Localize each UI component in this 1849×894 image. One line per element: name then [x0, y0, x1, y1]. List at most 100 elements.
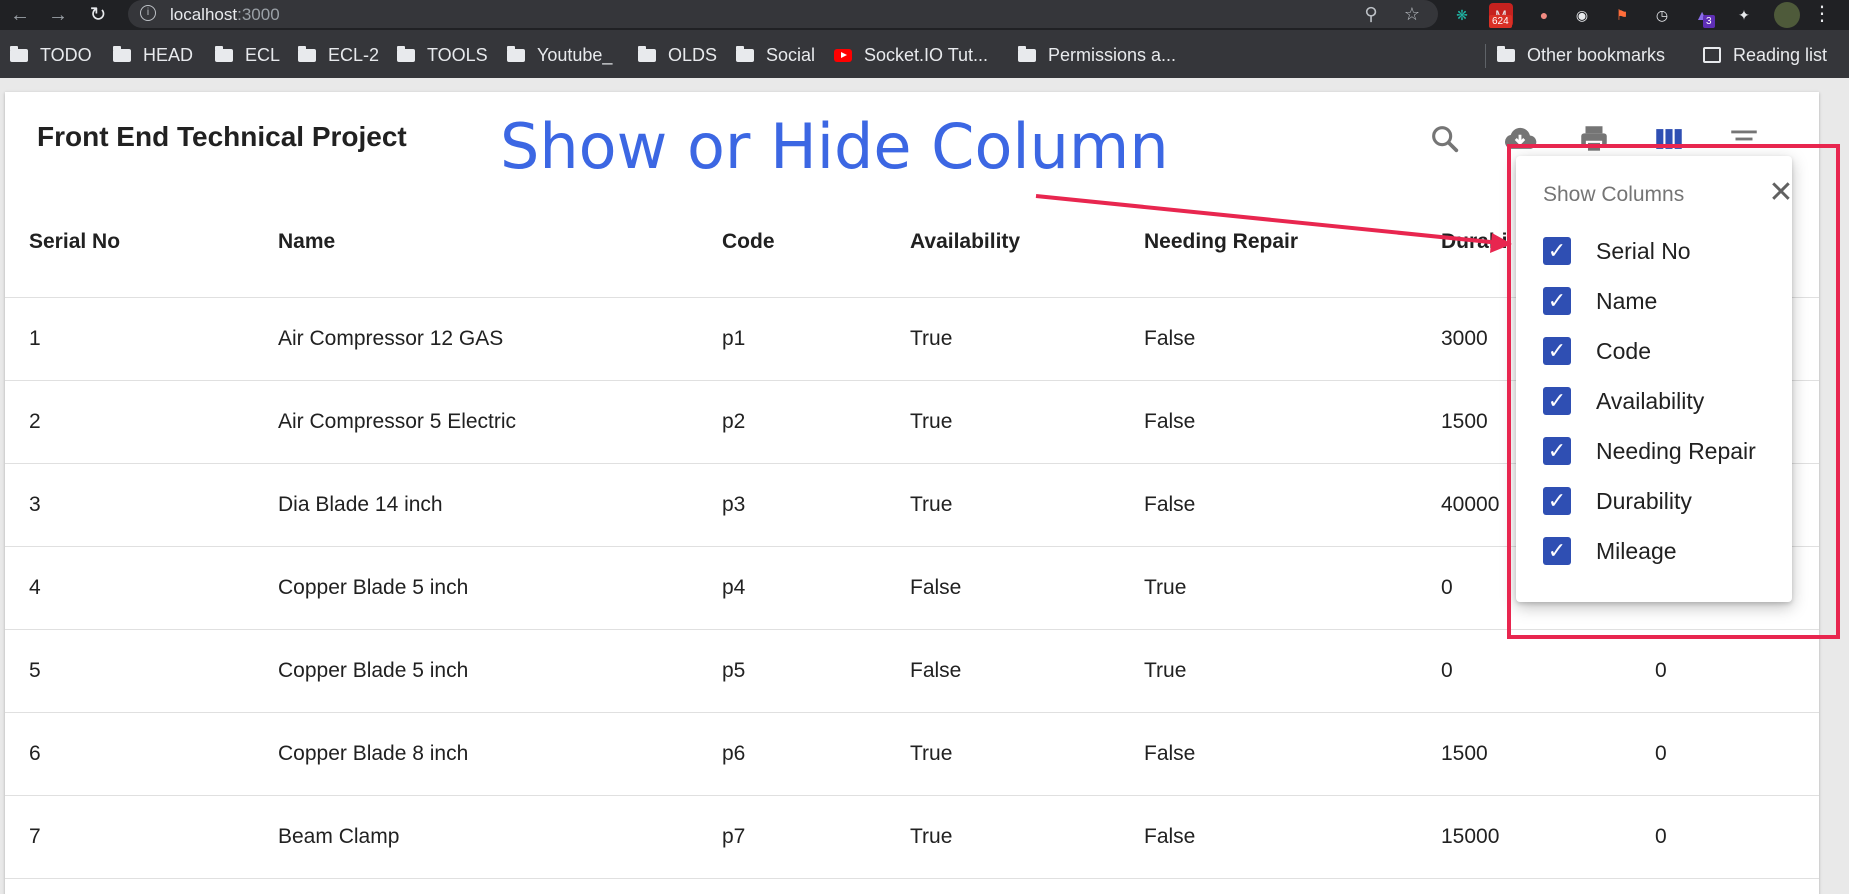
cell-code: p3: [722, 493, 746, 516]
bookmarks-bar: TODO HEAD ECL ECL-2 TOOLS Youtube_ OLDS …: [0, 30, 1849, 78]
column-toggle-availability[interactable]: ✓ Availability: [1543, 384, 1704, 418]
record-extension-icon[interactable]: ●: [1532, 3, 1556, 27]
extension-badge: 3: [1703, 15, 1715, 28]
folder-icon: [10, 45, 28, 62]
column-toggle-mileage[interactable]: ✓ Mileage: [1543, 534, 1677, 568]
cell-mileage: 0: [1655, 659, 1667, 682]
browser-toolbar: ← → ↻ i localhost:3000 ⚲ ☆ ❋ M 624 ● ◉ ⚑…: [0, 0, 1849, 30]
cell-durability: 0: [1441, 576, 1453, 599]
checkbox-checked-icon[interactable]: ✓: [1543, 437, 1571, 465]
cell-availability: True: [910, 410, 953, 433]
checkbox-checked-icon[interactable]: ✓: [1543, 537, 1571, 565]
clock-extension-icon[interactable]: ◷: [1650, 3, 1674, 27]
show-columns-popover: Show Columns ✕ ✓ Serial No ✓ Name ✓ Code ✓ A…: [1516, 156, 1794, 602]
cell-needing-repair: False: [1144, 410, 1196, 433]
page-title: Front End Technical Project: [37, 121, 407, 152]
checkbox-checked-icon[interactable]: ✓: [1543, 337, 1571, 365]
reload-icon[interactable]: ↻: [86, 3, 110, 27]
popover-title: Show Columns: [1543, 183, 1685, 206]
cell-serial-no: 2: [29, 410, 41, 433]
profile-avatar[interactable]: [1774, 2, 1800, 28]
column-toggle-needing-repair[interactable]: ✓ Needing Repair: [1543, 434, 1756, 468]
checkbox-checked-icon[interactable]: ✓: [1543, 287, 1571, 315]
cell-needing-repair: True: [1144, 576, 1187, 599]
folder-icon: [736, 45, 754, 62]
info-icon[interactable]: i: [140, 5, 156, 21]
menu-icon[interactable]: ⋮: [1812, 2, 1832, 28]
column-header-code[interactable]: Code: [722, 230, 775, 254]
cell-needing-repair: True: [1144, 659, 1187, 682]
filter-icon[interactable]: [1727, 122, 1761, 156]
bookmark-item[interactable]: ECL-2: [298, 44, 379, 66]
column-toggle-code[interactable]: ✓ Code: [1543, 334, 1651, 368]
cell-code: p1: [722, 327, 746, 350]
checkbox-checked-icon[interactable]: ✓: [1543, 487, 1571, 515]
column-header-name[interactable]: Name: [278, 230, 335, 254]
mail-badge: 624: [1489, 15, 1512, 28]
cell-availability: True: [910, 825, 953, 848]
bookmark-item[interactable]: TODO: [10, 44, 92, 66]
cell-needing-repair: False: [1144, 825, 1196, 848]
column-header-durability[interactable]: Durabi: [1441, 230, 1508, 254]
checkbox-checked-icon[interactable]: ✓: [1543, 387, 1571, 415]
folder-icon: [298, 45, 316, 62]
cell-name: Dia Blade 14 inch: [278, 493, 443, 516]
folder-icon: [113, 45, 131, 62]
table-row[interactable]: 6 Copper Blade 8 inch p6 True False 1500…: [5, 713, 1819, 796]
table-row[interactable]: 7 Beam Clamp p7 True False 15000 0: [5, 796, 1819, 879]
puzzle-icon[interactable]: ✦: [1732, 3, 1756, 27]
cell-serial-no: 5: [29, 659, 41, 682]
cell-durability: 1500: [1441, 410, 1488, 433]
bookmark-item[interactable]: Permissions a...: [1018, 44, 1176, 66]
bookmark-item[interactable]: HEAD: [113, 44, 193, 66]
view-columns-icon[interactable]: [1652, 122, 1686, 156]
url-text[interactable]: localhost:3000: [170, 5, 280, 25]
table-row[interactable]: 5 Copper Blade 5 inch p5 False True 0 0: [5, 630, 1819, 713]
annotation-caption: Show or Hide Column: [500, 110, 1169, 183]
forward-arrow-icon[interactable]: →: [46, 3, 70, 27]
column-header-serial-no[interactable]: Serial No: [29, 230, 120, 254]
folder-icon: [1018, 45, 1036, 62]
checkbox-checked-icon[interactable]: ✓: [1543, 237, 1571, 265]
cell-availability: True: [910, 742, 953, 765]
cell-availability: False: [910, 659, 962, 682]
bookmark-item[interactable]: Youtube_: [507, 44, 612, 66]
print-icon[interactable]: [1577, 122, 1611, 156]
cell-name: Air Compressor 5 Electric: [278, 410, 517, 433]
other-bookmarks[interactable]: Other bookmarks: [1497, 44, 1665, 66]
folder-icon: [507, 45, 525, 62]
column-toggle-serial-no[interactable]: ✓ Serial No: [1543, 234, 1691, 268]
cell-durability: 1500: [1441, 742, 1488, 765]
extension-icon[interactable]: ❋: [1450, 3, 1474, 27]
folder-icon: [1497, 45, 1515, 62]
column-header-availability[interactable]: Availability: [910, 230, 1020, 254]
camera-extension-icon[interactable]: ◉: [1570, 3, 1594, 27]
column-toggle-name[interactable]: ✓ Name: [1543, 284, 1657, 318]
bookmark-item[interactable]: Social: [736, 44, 815, 66]
address-bar[interactable]: i localhost:3000 ⚲ ☆: [128, 0, 1438, 28]
bookmark-item[interactable]: OLDS: [638, 44, 717, 66]
cell-serial-no: 1: [29, 327, 41, 350]
cell-name: Copper Blade 5 inch: [278, 576, 469, 599]
bookmark-item[interactable]: ECL: [215, 44, 280, 66]
back-arrow-icon[interactable]: ←: [8, 3, 32, 27]
column-header-needing-repair[interactable]: Needing Repair: [1144, 230, 1298, 254]
download-icon[interactable]: [1502, 122, 1537, 156]
star-icon[interactable]: ☆: [1401, 3, 1423, 25]
search-icon[interactable]: [1428, 122, 1462, 156]
cell-mileage: 0: [1655, 825, 1667, 848]
cell-durability: 3000: [1441, 327, 1488, 350]
bookmark-item[interactable]: TOOLS: [397, 44, 488, 66]
cell-durability: 0: [1441, 659, 1453, 682]
bookmark-item[interactable]: Socket.IO Tut...: [834, 44, 988, 66]
cell-serial-no: 7: [29, 825, 41, 848]
cell-needing-repair: False: [1144, 327, 1196, 350]
folder-icon: [638, 45, 656, 62]
close-icon[interactable]: ✕: [1766, 178, 1796, 208]
column-toggle-durability[interactable]: ✓ Durability: [1543, 484, 1692, 518]
cell-serial-no: 4: [29, 576, 41, 599]
reading-list[interactable]: Reading list: [1703, 44, 1827, 66]
flag-extension-icon[interactable]: ⚑: [1610, 3, 1634, 27]
zoom-icon[interactable]: ⚲: [1360, 3, 1382, 25]
youtube-icon: [834, 48, 852, 62]
